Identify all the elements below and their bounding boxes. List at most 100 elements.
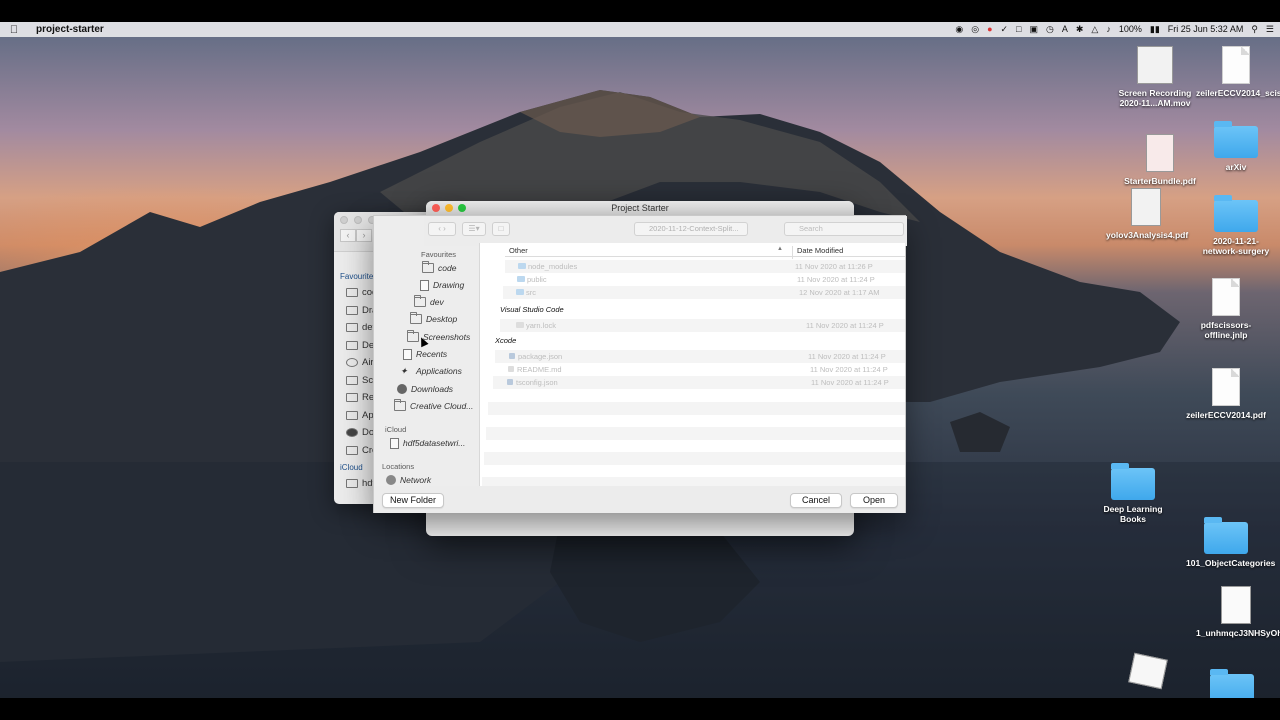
pdf-document-icon bbox=[1212, 368, 1240, 406]
sidebar-item-desktop[interactable]: Desktop bbox=[410, 311, 457, 327]
folder-icon bbox=[518, 263, 526, 269]
folder-icon bbox=[422, 261, 434, 273]
desktop-icon-screen-recording[interactable]: Screen Recording 2020-11...AM.mov bbox=[1115, 46, 1195, 108]
open-file-dialog: ‹ › ☰▾ □ 2020-11-12-Context-Split... Sea… bbox=[373, 215, 907, 513]
view-options-button[interactable]: ☰▾ bbox=[462, 222, 486, 236]
desktop-icon-partial-folder[interactable] bbox=[1210, 669, 1254, 698]
file-list: Other ▲ Date Modified node_modules 11 No… bbox=[479, 243, 905, 486]
markdown-file-icon bbox=[508, 366, 514, 372]
desktop-icon-partial-document[interactable] bbox=[1128, 652, 1168, 690]
close-button-inactive[interactable] bbox=[340, 216, 348, 224]
search-input[interactable]: Search bbox=[784, 222, 904, 236]
desktop-icon-yolov3[interactable]: yolov3Analysis4.pdf bbox=[1106, 188, 1188, 240]
forward-arrow-icon[interactable]: › bbox=[356, 229, 372, 242]
input-source-icon[interactable]: A bbox=[1062, 22, 1068, 37]
status-record-icon[interactable]: ◉ bbox=[955, 22, 963, 37]
sidebar-item-recents[interactable]: Recents bbox=[403, 346, 447, 362]
column-date-header[interactable]: Date Modified bbox=[792, 246, 843, 259]
desktop-icon-starter-bundle[interactable]: StarterBundle.pdf bbox=[1120, 134, 1200, 186]
clock[interactable]: Fri 25 Jun 5:32 AM bbox=[1168, 22, 1244, 37]
zoom-button[interactable] bbox=[458, 204, 466, 212]
list-item[interactable]: public 11 Nov 2020 at 11:24 P bbox=[504, 273, 905, 286]
recents-icon bbox=[346, 393, 358, 403]
sidebar-item-screenshots[interactable]: Screenshots bbox=[407, 329, 470, 345]
volume-icon[interactable]: ♪ bbox=[1106, 22, 1111, 37]
json-file-icon bbox=[509, 353, 515, 359]
minimize-button-inactive[interactable] bbox=[354, 216, 362, 224]
desktop-icon-network-surgery[interactable]: 2020-11-21-network-surgery bbox=[1196, 195, 1276, 256]
list-item[interactable]: package.json 11 Nov 2020 at 11:24 P bbox=[495, 350, 905, 363]
folder-icon bbox=[346, 375, 358, 385]
letterbox-top bbox=[0, 0, 1280, 22]
status-creative-cloud-icon[interactable]: ◎ bbox=[971, 22, 979, 37]
status-notification-icon[interactable]: ● bbox=[987, 22, 992, 37]
desktop-icon-arxiv[interactable]: arXiv bbox=[1196, 121, 1276, 172]
desktop-icon-zeiler[interactable]: zeilerECCV2014.pdf bbox=[1186, 368, 1266, 420]
desktop-icon-deep-learning-books[interactable]: Deep Learning Books bbox=[1093, 463, 1173, 524]
sidebar-item-applications[interactable]: ✦ Applications bbox=[400, 363, 462, 379]
downloads-icon bbox=[346, 428, 358, 438]
list-item[interactable]: README.md 11 Nov 2020 at 11:24 P bbox=[494, 363, 905, 376]
sidebar-item-creative-cloud[interactable]: Creative Cloud... bbox=[394, 398, 473, 414]
json-file-icon bbox=[507, 379, 513, 385]
desktop-icon-zeiler-scissored[interactable]: zeilerECCV2014_scissored.pdf bbox=[1196, 46, 1280, 98]
sidebar-item-icloud-doc[interactable]: hdf5datasetwri... bbox=[390, 435, 465, 451]
list-item[interactable]: node_modules 11 Nov 2020 at 11:26 P bbox=[505, 260, 905, 273]
pdf-document-icon bbox=[1222, 46, 1250, 84]
close-button[interactable] bbox=[432, 204, 440, 212]
folder-icon bbox=[1111, 463, 1155, 500]
battery-icon[interactable]: ▮▮ bbox=[1150, 22, 1160, 37]
window-title: Project Starter bbox=[611, 203, 669, 213]
back-arrow-icon[interactable]: ‹ bbox=[340, 229, 356, 242]
minimize-button[interactable] bbox=[445, 204, 453, 212]
cancel-button[interactable]: Cancel bbox=[790, 493, 842, 508]
column-name-header[interactable]: Other bbox=[509, 246, 528, 255]
location-popup[interactable]: 2020-11-12-Context-Split... bbox=[634, 222, 748, 236]
sidebar-item-downloads[interactable]: Downloads bbox=[397, 381, 453, 397]
status-display-icon[interactable]: ▣ bbox=[1029, 22, 1038, 37]
desktop-icon-pdfscissors-jnlp[interactable]: pdfscissors-offline.jnlp bbox=[1186, 278, 1266, 340]
sidebar-item-dev[interactable]: dev bbox=[414, 294, 444, 310]
sidebar-locations-header: Locations bbox=[382, 462, 415, 471]
folder-icon bbox=[346, 288, 358, 298]
notification-center-icon[interactable]: ☰ bbox=[1266, 22, 1274, 37]
folder-icon bbox=[346, 323, 358, 333]
sidebar-icloud-header: iCloud bbox=[385, 425, 407, 434]
menu-extras: ◉ ◎ ● ✓ □ ▣ ◷ A ✱ △ ♪ 100% ▮▮ Fri 25 Jun… bbox=[955, 22, 1274, 37]
window-titlebar: Project Starter bbox=[426, 201, 854, 215]
apple-menu-icon[interactable]:  bbox=[0, 24, 28, 36]
wifi-icon[interactable]: △ bbox=[1091, 22, 1098, 37]
sidebar-item-drawing[interactable]: Drawing bbox=[420, 277, 464, 293]
document-thumbnail-icon bbox=[1128, 652, 1168, 690]
back-forward-buttons[interactable]: ‹ › bbox=[428, 222, 456, 236]
active-app-name[interactable]: project-starter bbox=[36, 24, 104, 35]
spotlight-search-icon[interactable]: ⚲ bbox=[1251, 22, 1258, 37]
desktop-icon-object-categories[interactable]: 101_ObjectCategories bbox=[1186, 517, 1275, 568]
network-globe-icon bbox=[386, 475, 396, 485]
column-header: Other ▲ Date Modified bbox=[505, 243, 905, 259]
bluetooth-icon[interactable]: ✱ bbox=[1076, 22, 1084, 37]
desktop-icon-jpg-image[interactable]: 1_unhmqcJ3NHSyOhv7qsmuMg.jpg bbox=[1196, 586, 1280, 638]
folder-icon bbox=[517, 276, 525, 282]
open-button[interactable]: Open bbox=[850, 493, 898, 508]
new-folder-button[interactable]: New Folder bbox=[382, 493, 444, 508]
empty-row-stripe bbox=[482, 477, 905, 486]
folder-icon bbox=[516, 289, 524, 295]
new-folder-icon[interactable]: □ bbox=[492, 222, 510, 236]
status-grammar-icon[interactable]: ✓ bbox=[1001, 22, 1009, 37]
empty-row-stripe bbox=[486, 427, 905, 440]
list-item[interactable]: src 12 Nov 2020 at 1:17 AM bbox=[503, 286, 905, 299]
list-item[interactable]: tsconfig.json 11 Nov 2020 at 11:24 P bbox=[493, 376, 905, 389]
dialog-toolbar: ‹ › ☰▾ □ 2020-11-12-Context-Split... Sea… bbox=[424, 216, 907, 246]
jnlp-coffee-icon bbox=[1212, 278, 1240, 316]
image-thumbnail-icon bbox=[1221, 586, 1251, 624]
sidebar-favourites-header: Favourites bbox=[421, 250, 457, 259]
battery-percentage[interactable]: 100% bbox=[1119, 22, 1142, 37]
status-window-icon[interactable]: □ bbox=[1016, 22, 1021, 37]
list-item[interactable]: yarn.lock 11 Nov 2020 at 11:24 P bbox=[500, 319, 905, 332]
status-time-machine-icon[interactable]: ◷ bbox=[1046, 22, 1054, 37]
folder-icon bbox=[1214, 195, 1258, 232]
pdf-thumbnail-icon bbox=[1131, 188, 1161, 226]
empty-row-stripe bbox=[484, 452, 905, 465]
sidebar-item-code[interactable]: code bbox=[422, 260, 456, 276]
